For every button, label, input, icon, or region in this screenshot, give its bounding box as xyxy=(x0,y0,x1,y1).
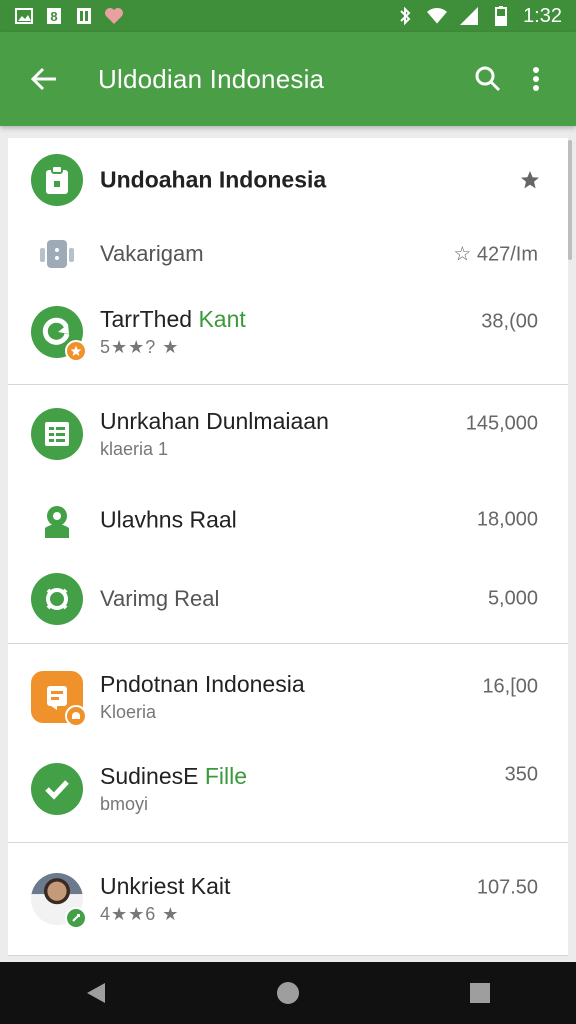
list-item[interactable]: Vakarigam ☆ 427/Im xyxy=(8,218,568,290)
page-title: Uldodian Indonesia xyxy=(98,63,325,94)
item-value: ☆ 427/Im xyxy=(453,243,538,266)
list-item[interactable]: Unkriest Kait 4★★6 ★ 107.50 xyxy=(8,853,568,945)
item-title: Unrkahan Dunlmaiaan xyxy=(100,408,329,434)
list-section: Unrkahan Dunlmaiaan klaeria 1 145,000 Ul… xyxy=(8,385,568,644)
item-title: Pndotnan Indonesia xyxy=(100,671,305,697)
recents-button[interactable] xyxy=(450,963,510,1023)
clipboard-icon xyxy=(31,154,83,206)
bell-badge-icon xyxy=(65,705,87,727)
home-button[interactable] xyxy=(258,963,318,1023)
more-options-button[interactable] xyxy=(512,55,560,103)
list-section: Unkriest Kait 4★★6 ★ 107.50 xyxy=(8,843,568,956)
item-value: 16,[00 xyxy=(482,675,538,698)
spreadsheet-icon xyxy=(31,408,83,460)
signal-icon xyxy=(459,6,479,26)
item-title: TarrThed xyxy=(100,306,199,332)
item-value: 5,000 xyxy=(487,587,538,610)
list-item[interactable]: Varimg Real 5,000 xyxy=(8,563,568,635)
battery-icon xyxy=(491,6,511,26)
heart-icon xyxy=(104,6,124,26)
contact-icon xyxy=(31,494,83,546)
triangle-back-icon xyxy=(87,983,105,1003)
wifi-icon xyxy=(427,6,448,26)
app-list: Undoahan Indonesia Vakarigam ☆ 427/Im Ta… xyxy=(8,138,568,956)
item-title: Ulavhns Raal xyxy=(100,506,237,533)
item-title: Unkriest Kait xyxy=(100,873,231,899)
device-icon xyxy=(31,228,83,280)
star-icon[interactable] xyxy=(518,168,542,192)
verified-badge-icon xyxy=(65,907,87,929)
list-item[interactable]: TarrThed Kant 5★★? ★ 38,(00 xyxy=(8,290,568,374)
status-bar: 8 1:32 xyxy=(0,0,576,32)
item-title: Varimg Real xyxy=(100,586,220,611)
item-value: 38,(00 xyxy=(481,310,538,333)
svg-text:8: 8 xyxy=(50,9,57,24)
navigation-bar xyxy=(0,962,576,1024)
list-item[interactable]: Ulavhns Raal 18,000 xyxy=(8,477,568,563)
item-value: 145,000 xyxy=(465,412,538,435)
item-subtitle: bmoyi xyxy=(100,794,149,814)
item-title: Undoahan Indonesia xyxy=(100,166,327,193)
check-icon xyxy=(31,763,83,815)
back-button[interactable] xyxy=(14,49,74,109)
rating: 4★★6 ★ xyxy=(100,904,180,924)
back-nav-button[interactable] xyxy=(66,963,126,1023)
app-bar: Uldodian Indonesia xyxy=(0,32,576,126)
list-item[interactable]: Undoahan Indonesia xyxy=(8,142,568,218)
list-item[interactable]: Unrkahan Dunlmaiaan klaeria 1 145,000 xyxy=(8,391,568,477)
scrollbar[interactable] xyxy=(568,140,572,260)
item-value: 107.50 xyxy=(476,876,538,899)
search-button[interactable] xyxy=(464,55,512,103)
item-subtitle: Kloeria xyxy=(100,702,157,722)
bluetooth-icon xyxy=(395,6,415,26)
star-badge-icon xyxy=(65,340,87,362)
item-title-accent: Fille xyxy=(204,763,248,789)
notification-icon xyxy=(74,6,94,26)
item-value: 350 xyxy=(504,763,538,786)
list-section: Undoahan Indonesia Vakarigam ☆ 427/Im Ta… xyxy=(8,138,568,385)
item-title: Vakarigam xyxy=(100,241,204,266)
search-icon xyxy=(475,66,501,92)
item-subtitle: klaeria 1 xyxy=(100,439,169,459)
item-value: 18,000 xyxy=(476,508,538,531)
item-title: SudinesE xyxy=(100,763,205,789)
list-item[interactable]: Pndotnan Indonesia Kloeria 16,[00 xyxy=(8,654,568,740)
clock: 1:32 xyxy=(523,4,562,27)
image-notification-icon xyxy=(14,6,34,26)
home-circle-icon xyxy=(277,982,299,1004)
notification-icon: 8 xyxy=(44,6,64,26)
item-title-accent: Kant xyxy=(198,306,246,332)
list-section: Pndotnan Indonesia Kloeria 16,[00 Sudine… xyxy=(8,644,568,843)
square-recents-icon xyxy=(470,983,490,1003)
more-vert-icon xyxy=(533,67,539,91)
rating: 5★★? ★ xyxy=(100,337,180,357)
arrow-back-icon xyxy=(30,67,56,91)
list-item[interactable]: SudinesE Fille bmoyi 350 xyxy=(8,740,568,838)
gear-icon xyxy=(31,573,83,625)
